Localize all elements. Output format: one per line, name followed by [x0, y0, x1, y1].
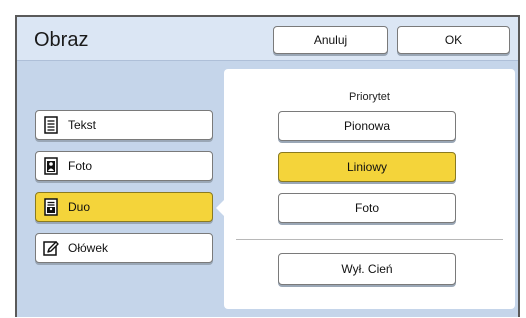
mode-button-duo[interactable]: Duo	[35, 192, 213, 222]
mode-button-pencil[interactable]: Ołówek	[35, 233, 213, 263]
mode-label-pencil: Ołówek	[68, 241, 109, 255]
window-title: Obraz	[34, 29, 89, 51]
text-document-icon	[42, 116, 60, 134]
priority-label: Priorytet	[349, 91, 390, 103]
shadow-off-button[interactable]: Wył. Cień	[278, 253, 456, 285]
image-settings-window: Obraz Anuluj OK Tekst Foto Duo Ołówek Pr…	[15, 15, 520, 317]
ok-button[interactable]: OK	[397, 26, 510, 54]
mode-label-photo: Foto	[68, 159, 93, 173]
panel-divider	[236, 239, 503, 240]
screen: Obraz Anuluj OK Tekst Foto Duo Ołówek Pr…	[0, 0, 526, 318]
pencil-icon	[42, 239, 60, 257]
duo-document-icon	[42, 198, 60, 216]
priority-option-linear[interactable]: Liniowy	[278, 152, 456, 182]
mode-button-text[interactable]: Tekst	[35, 110, 213, 140]
mode-button-photo[interactable]: Foto	[35, 151, 213, 181]
mode-label-duo: Duo	[68, 200, 91, 214]
selection-pointer	[216, 200, 224, 216]
cancel-button[interactable]: Anuluj	[273, 26, 388, 54]
window-header: Obraz Anuluj OK	[17, 17, 518, 61]
priority-option-photo[interactable]: Foto	[278, 193, 456, 223]
photo-document-icon	[42, 157, 60, 175]
mode-label-text: Tekst	[68, 118, 97, 132]
priority-option-vertical[interactable]: Pionowa	[278, 111, 456, 141]
priority-panel: Priorytet Pionowa Liniowy Foto Wył. Cień	[224, 69, 515, 309]
